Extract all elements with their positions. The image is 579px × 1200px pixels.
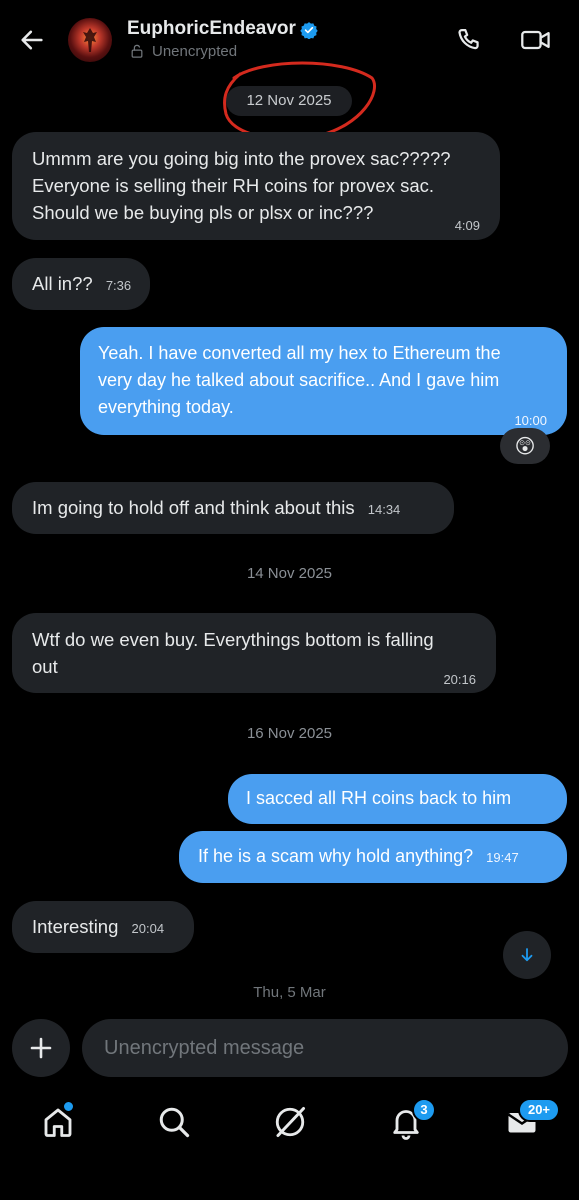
message-bubble-incoming[interactable]: Im going to hold off and think about thi… — [12, 482, 454, 534]
chat-header: EuphoricEndeavor Unencrypted — [0, 0, 579, 80]
message-bubble-incoming[interactable]: Interesting 20:04 — [12, 901, 194, 953]
messages-badge: 20+ — [518, 1098, 560, 1122]
message-text: All in?? — [32, 273, 93, 294]
message-text: Yeah. I have converted all my hex to Eth… — [98, 343, 501, 363]
message-text: very day he talked about sacrifice.. And… — [98, 370, 500, 390]
message-text: Should we be buying pls or plsx or inc??… — [32, 202, 374, 223]
message-bubble-incoming[interactable]: All in?? 7:36 — [12, 258, 150, 310]
message-bubble-outgoing[interactable]: I sacced all RH coins back to him — [228, 774, 567, 824]
home-notification-dot — [62, 1100, 75, 1113]
message-text: Im going to hold off and think about thi… — [32, 497, 355, 518]
message-bubble-outgoing[interactable]: If he is a scam why hold anything? 19:47 — [179, 831, 567, 883]
date-separator: Thu, 5 Mar — [253, 984, 326, 1001]
message-input[interactable]: Unencrypted message — [82, 1019, 568, 1077]
arrow-down-icon — [521, 948, 533, 962]
avatar[interactable] — [68, 18, 112, 62]
message-text: I sacced all RH coins back to him — [246, 788, 512, 808]
message-timestamp: 19:47 — [486, 850, 519, 865]
astonished-emoji-icon: 😲 — [514, 435, 536, 458]
date-separator: 14 Nov 2025 — [246, 565, 333, 582]
dragon-avatar-icon — [83, 28, 97, 52]
reaction-badge[interactable]: 😲 — [500, 428, 550, 464]
phone-icon[interactable] — [456, 26, 484, 54]
lock-open-icon — [131, 44, 143, 58]
message-bubble-outgoing[interactable]: Yeah. I have converted all my hex to Eth… — [80, 327, 567, 435]
search-icon[interactable] — [156, 1104, 192, 1140]
message-text: Everyone is selling their RH coins for p… — [32, 175, 435, 196]
notifications-badge: 3 — [412, 1098, 436, 1122]
message-text: Interesting — [32, 916, 119, 937]
message-text: Ummm are you going big into the provex s… — [32, 148, 451, 169]
message-text: If he is a scam why hold anything? — [198, 846, 474, 866]
plus-icon — [30, 1037, 52, 1059]
message-timestamp: 14:34 — [367, 502, 401, 517]
encryption-status: Unencrypted — [152, 43, 238, 60]
message-timestamp: 7:36 — [105, 278, 132, 293]
message-bubble-incoming[interactable]: Wtf do we even buy. Everythings bottom i… — [12, 613, 496, 693]
message-text: out — [32, 656, 58, 677]
back-arrow-icon[interactable] — [18, 26, 46, 54]
message-timestamp: 4:09 — [454, 218, 480, 233]
message-timestamp: 20:04 — [131, 921, 165, 936]
message-text: everything today. — [98, 397, 234, 417]
grok-icon[interactable] — [272, 1104, 308, 1140]
add-attachment-button[interactable] — [12, 1019, 70, 1077]
bottom-nav: 3 20+ — [0, 1086, 579, 1166]
date-separator: 12 Nov 2025 — [226, 86, 352, 116]
message-bubble-incoming[interactable]: Ummm are you going big into the provex s… — [12, 132, 500, 240]
message-text: Wtf do we even buy. Everythings bottom i… — [32, 629, 434, 650]
scroll-to-bottom-button[interactable] — [503, 931, 551, 979]
message-timestamp: 20:16 — [443, 672, 476, 687]
contact-name[interactable]: EuphoricEndeavor — [127, 18, 296, 40]
video-icon[interactable] — [520, 26, 552, 54]
verified-badge-icon — [300, 22, 318, 39]
date-separator: 16 Nov 2025 — [246, 725, 333, 742]
